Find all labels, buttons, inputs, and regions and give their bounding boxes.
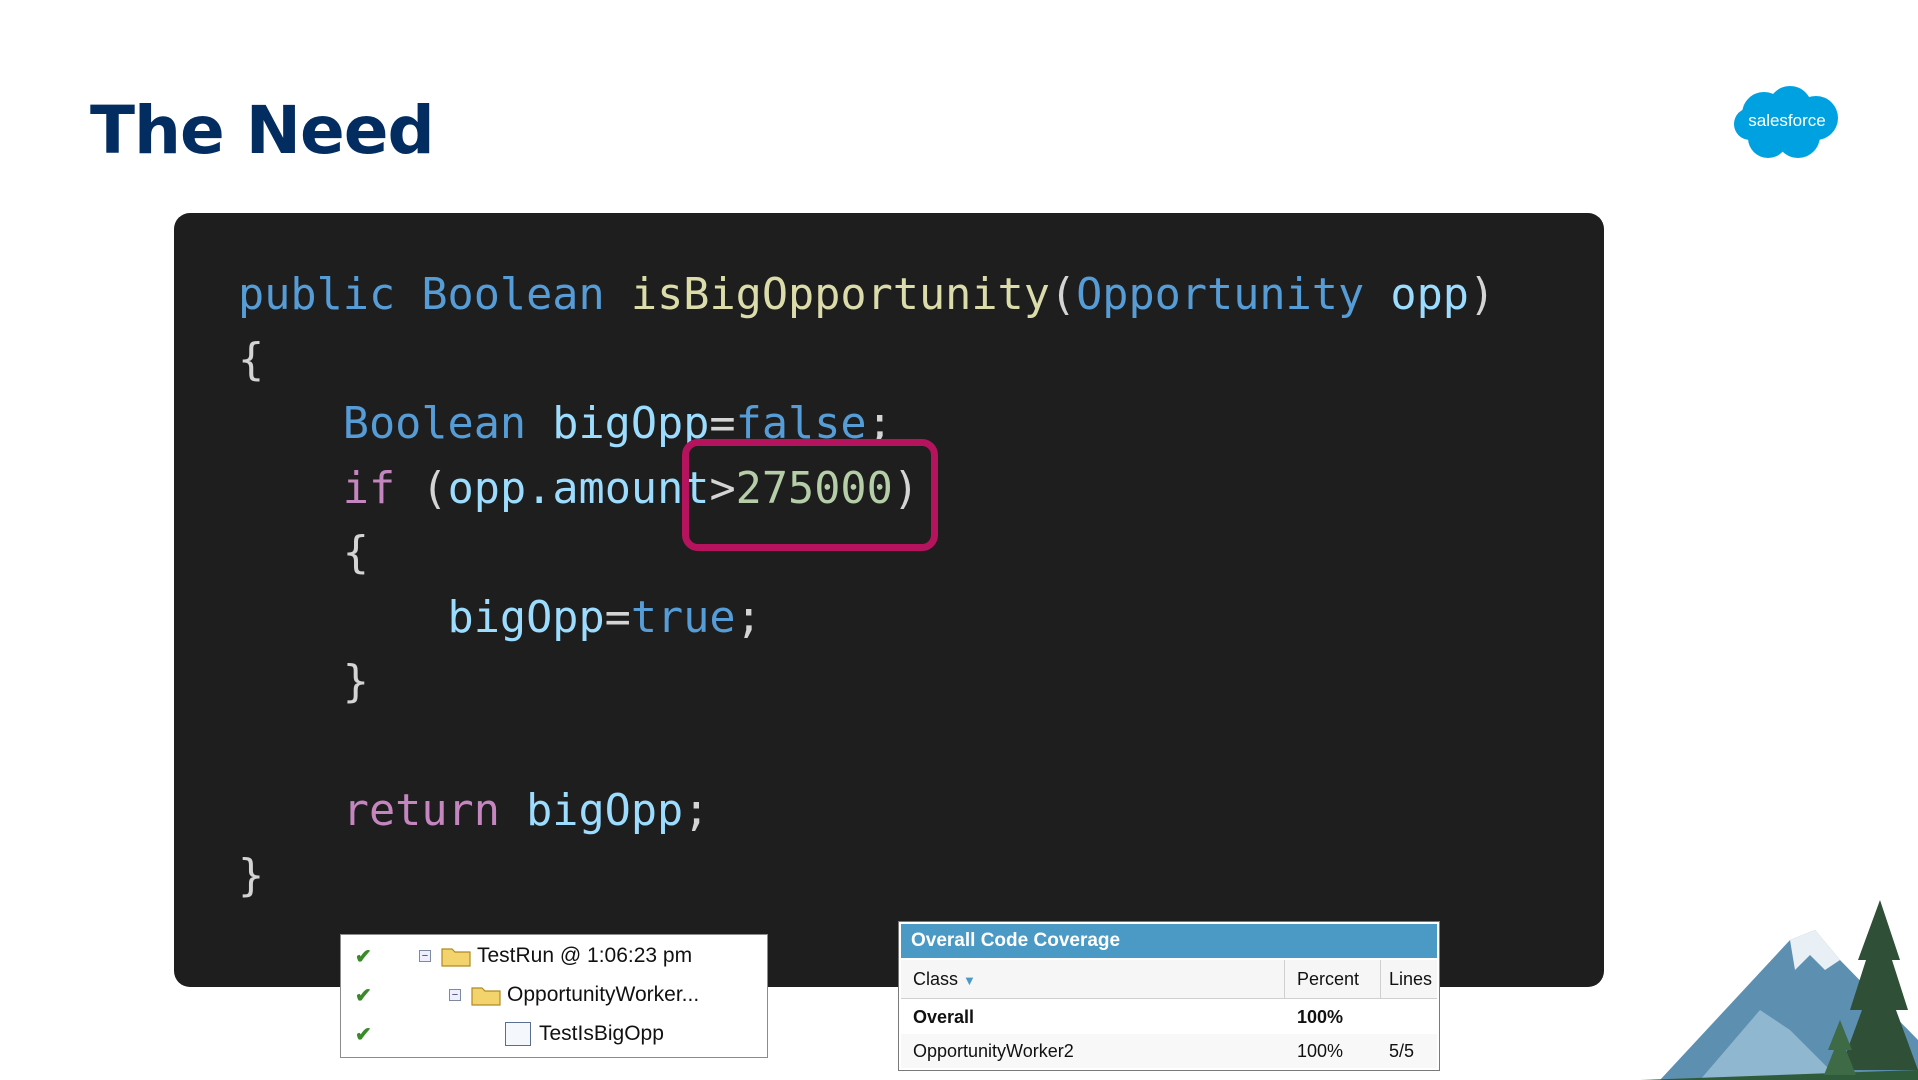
- check-icon: ✔: [355, 1023, 372, 1046]
- folder-icon: [471, 987, 501, 1006]
- check-icon: ✔: [355, 984, 372, 1007]
- cell-percent: 100%: [1297, 1007, 1344, 1027]
- cell-class: OpportunityWorker2: [913, 1041, 1074, 1061]
- slide-title: The Need: [90, 92, 435, 169]
- collapse-icon[interactable]: −: [449, 989, 461, 1001]
- code-block: public Boolean isBigOpportunity(Opportun…: [238, 263, 1495, 908]
- column-lines[interactable]: Lines: [1381, 960, 1439, 998]
- coverage-header: Overall Code Coverage: [901, 924, 1437, 958]
- column-class[interactable]: Class ▼: [901, 960, 1285, 998]
- code-line-7: }: [342, 657, 369, 707]
- cell-lines: [1381, 1000, 1389, 1034]
- column-percent[interactable]: Percent: [1285, 960, 1381, 998]
- folder-icon: [441, 948, 471, 967]
- sort-down-icon: ▼: [963, 973, 976, 988]
- code-line-10: }: [238, 850, 265, 901]
- tree-item-method[interactable]: ✔ TestIsBigOpp: [341, 1015, 767, 1053]
- tree-item-class[interactable]: ✔ − OpportunityWorker...: [341, 976, 767, 1014]
- tree-item-label: OpportunityWorker...: [507, 983, 700, 1006]
- code-line-5: {: [342, 528, 369, 578]
- cell-percent: 100%: [1297, 1041, 1344, 1061]
- code-line-2: {: [238, 334, 265, 385]
- table-row: Overall 100%: [901, 1000, 1437, 1035]
- logo-wordmark: salesforce: [1748, 111, 1826, 130]
- mountain-illustration: [1640, 900, 1918, 1080]
- tree-item-testrun[interactable]: ✔ − TestRun @ 1:06:23 pm: [341, 937, 767, 975]
- cell-class: Overall: [913, 1007, 975, 1027]
- table-row: OpportunityWorker2 100% 5/5: [901, 1034, 1437, 1068]
- column-class-label: Class: [913, 969, 959, 989]
- salesforce-logo: salesforce: [1732, 84, 1842, 162]
- collapse-icon[interactable]: −: [419, 950, 431, 962]
- code-line-9: return bigOpp;: [342, 786, 710, 836]
- check-icon: ✔: [355, 945, 372, 968]
- code-panel: public Boolean isBigOpportunity(Opportun…: [174, 213, 1604, 987]
- code-line-6: bigOpp=true;: [238, 592, 762, 643]
- cell-lines: 5/5: [1389, 1041, 1415, 1061]
- code-coverage-table: Overall Code Coverage Class ▼ Percent Li…: [898, 921, 1440, 1071]
- test-run-tree: ✔ − TestRun @ 1:06:23 pm ✔ − Opportunity…: [340, 934, 768, 1058]
- tree-item-label: TestIsBigOpp: [539, 1022, 664, 1045]
- coverage-column-headers: Class ▼ Percent Lines: [901, 960, 1437, 999]
- tree-item-label: TestRun @ 1:06:23 pm: [477, 944, 693, 967]
- highlight-box: [682, 439, 938, 551]
- test-method-icon: [505, 1022, 531, 1046]
- code-line-1: public Boolean isBigOpportunity(Opportun…: [238, 270, 1496, 320]
